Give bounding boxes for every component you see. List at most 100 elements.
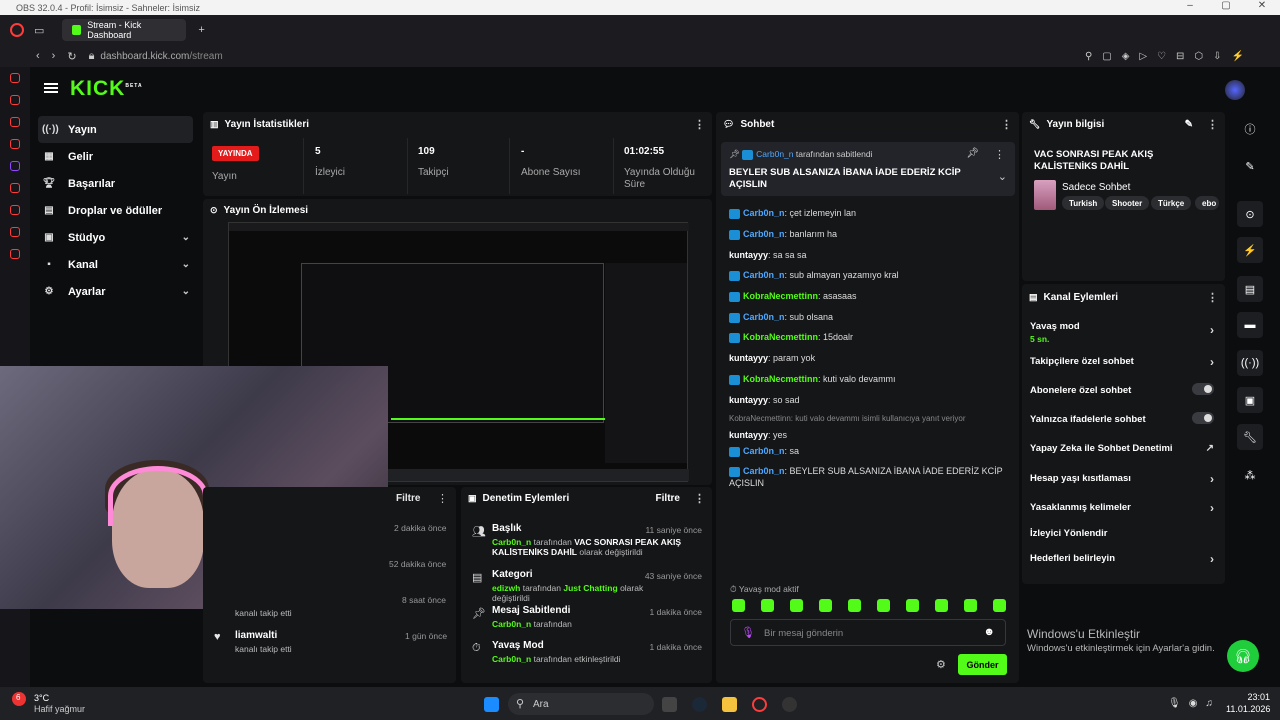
pinned-by-user[interactable]: Carb0n_n — [756, 149, 793, 159]
more-icon[interactable]: ⋮ — [994, 148, 1005, 161]
broadcast-icon[interactable]: ((·)) — [1237, 350, 1263, 376]
tab-kick-dashboard[interactable]: Stream - Kick Dashboard — [62, 19, 187, 41]
menu-icon[interactable] — [44, 83, 58, 93]
windows-start-icon[interactable] — [484, 697, 499, 712]
sidebar-app-icon[interactable] — [10, 139, 20, 149]
info-icon[interactable]: ⓘ — [1237, 116, 1263, 142]
sidebar-app-icon[interactable] — [10, 183, 20, 193]
taskbar-search[interactable]: ⚲ Ara — [508, 693, 654, 715]
chat-input[interactable]: 🎙︎ Bir mesaj gönderin ☻ — [730, 619, 1006, 646]
microphone-icon[interactable]: 🎙︎ — [741, 626, 755, 639]
more-icon[interactable]: ⋮ — [694, 492, 705, 505]
chat-username[interactable]: kuntayyy — [729, 250, 768, 260]
unpin-icon[interactable]: 📌︎ — [966, 148, 979, 159]
emote-icon[interactable] — [906, 599, 919, 612]
follower-name[interactable]: liamwalti — [235, 630, 277, 641]
mod-user[interactable]: Carb0n_n — [492, 619, 531, 629]
category-thumbnail[interactable] — [1034, 180, 1056, 210]
chat-username[interactable]: Carb0n_n — [743, 208, 785, 218]
chat-settings-icon[interactable]: ⚙ — [936, 658, 946, 671]
more-icon[interactable]: ⋮ — [1207, 291, 1218, 304]
sidebar-app-icon[interactable] — [10, 227, 20, 237]
avatar[interactable] — [1225, 80, 1245, 100]
nav-item-achievements[interactable]: 🏆︎ Başarılar — [30, 170, 200, 197]
chat-username[interactable]: kuntayyy — [729, 353, 768, 363]
url-field[interactable]: dashboard.kick.com/stream — [100, 51, 222, 62]
clock-time[interactable]: 23:01 — [1226, 692, 1270, 702]
opera-icon[interactable] — [752, 697, 767, 712]
emote-icon[interactable] — [877, 599, 890, 612]
slow-mode-row[interactable]: Yavaş mod 5 sn. › — [1030, 321, 1218, 344]
pinned-message[interactable]: 📌︎ Carb0n_n tarafından sabitlendi BEYLER… — [721, 142, 1015, 196]
moderation-icon[interactable]: ▣ — [1237, 387, 1263, 413]
more-icon[interactable]: ⋮ — [1207, 118, 1218, 131]
reload-icon[interactable]: ↻ — [67, 50, 76, 63]
tray-icons[interactable]: 🎙︎◉♫ — [1168, 698, 1221, 709]
chat-username[interactable]: KobraNecmettinn — [743, 332, 818, 342]
chat-icon[interactable]: ▬ — [1237, 312, 1263, 338]
maximize-icon[interactable]: ▢ — [1208, 0, 1244, 11]
mod-user[interactable]: edizwh — [492, 583, 520, 593]
clock-date[interactable]: 11.01.2026 — [1226, 704, 1270, 714]
weather-temp[interactable]: 3°C — [34, 693, 49, 703]
nav-item-studio[interactable]: ▣ Stüdyo ⌄ — [30, 224, 200, 251]
apps-icon[interactable]: ⁂ — [1237, 462, 1263, 488]
nav-item-settings[interactable]: ⚙ Ayarlar ⌄ — [30, 278, 200, 305]
new-tab-icon[interactable]: + — [198, 24, 204, 36]
forward-icon[interactable]: › — [52, 50, 56, 62]
more-icon[interactable]: ⋮ — [1001, 118, 1012, 131]
banned-words-row[interactable]: Yasaklanmış kelimeler › — [1030, 501, 1218, 515]
sidebar-app-icon[interactable] — [10, 95, 20, 105]
send-button[interactable]: Gönder — [958, 654, 1007, 675]
account-age-row[interactable]: Hesap yaşı kısıtlaması › — [1030, 472, 1218, 486]
raid-row[interactable]: İzleyici Yönlendir — [1030, 528, 1218, 539]
preview-icon[interactable]: ⊙ — [1237, 201, 1263, 227]
chat-username[interactable]: KobraNecmettinn — [743, 291, 818, 301]
emote-icon[interactable] — [790, 599, 803, 612]
emote-icon[interactable] — [935, 599, 948, 612]
steam-icon[interactable] — [692, 697, 707, 712]
lightning-icon[interactable]: ⚡ — [1237, 237, 1263, 263]
chevron-down-icon[interactable]: ⌄ — [998, 170, 1007, 183]
edit-icon[interactable]: ✎ — [1237, 153, 1263, 179]
emote-icon[interactable] — [993, 599, 1006, 612]
ai-moderation-row[interactable]: Yapay Zeka ile Sohbet Denetimi ↗ — [1030, 443, 1218, 454]
edit-icon[interactable]: ✎ — [1185, 119, 1193, 130]
followers-only-row[interactable]: Takipçilere özel sohbet › — [1030, 355, 1218, 369]
chat-username[interactable]: Carb0n_n — [743, 466, 785, 476]
goals-row[interactable]: Hedefleri belirleyin › — [1030, 552, 1218, 566]
chat-username[interactable]: Carb0n_n — [743, 312, 785, 322]
category-name[interactable]: Sadece Sohbet — [1062, 182, 1130, 193]
opera-logo-icon[interactable] — [10, 23, 24, 37]
emoji-icon[interactable]: ☻ — [983, 626, 995, 638]
wrench-icon[interactable]: 🔧︎ — [1237, 424, 1263, 450]
close-icon[interactable]: ✕ — [1244, 0, 1280, 11]
chat-username[interactable]: Carb0n_n — [743, 270, 785, 280]
nav-item-stream[interactable]: ((·)) Yayın — [38, 116, 193, 143]
file-explorer-icon[interactable] — [722, 697, 737, 712]
chat-username[interactable]: Carb0n_n — [743, 446, 785, 456]
emote-icon[interactable] — [732, 599, 745, 612]
emote-icon[interactable] — [761, 599, 774, 612]
chat-username[interactable]: kuntayyy — [729, 430, 768, 440]
obs-icon[interactable] — [782, 697, 797, 712]
subs-only-toggle[interactable] — [1192, 383, 1214, 395]
nav-item-drops[interactable]: ▤ Droplar ve ödüller — [30, 197, 200, 224]
browser-toolbar-icons[interactable]: ⚲▢◈▷♡⊟⬡⇩⚡ — [1085, 51, 1254, 62]
headset-support-icon[interactable]: 🎧︎ — [1227, 640, 1259, 672]
more-icon[interactable]: ⋮ — [437, 492, 448, 505]
sidebar-app-icon[interactable] — [10, 117, 20, 127]
sidebar-app-icon[interactable] — [10, 205, 20, 215]
nav-item-channel[interactable]: ▪ Kanal ⌄ — [30, 251, 200, 278]
sidebar-app-icon[interactable] — [10, 249, 20, 259]
tabs-icon[interactable]: ▭ — [34, 24, 44, 37]
more-icon[interactable]: ⋮ — [694, 118, 705, 131]
kick-logo[interactable]: KICKBETA — [70, 77, 143, 101]
emotes-only-toggle[interactable] — [1192, 412, 1214, 424]
sidebar-app-icon[interactable] — [10, 73, 20, 83]
weather-desc[interactable]: Hafif yağmur — [34, 704, 85, 714]
filter-button[interactable]: Filtre — [396, 493, 420, 504]
mod-user[interactable]: Carb0n_n — [492, 654, 531, 664]
mod-user[interactable]: Carb0n_n — [492, 537, 531, 547]
document-icon[interactable]: ▤ — [1237, 276, 1263, 302]
